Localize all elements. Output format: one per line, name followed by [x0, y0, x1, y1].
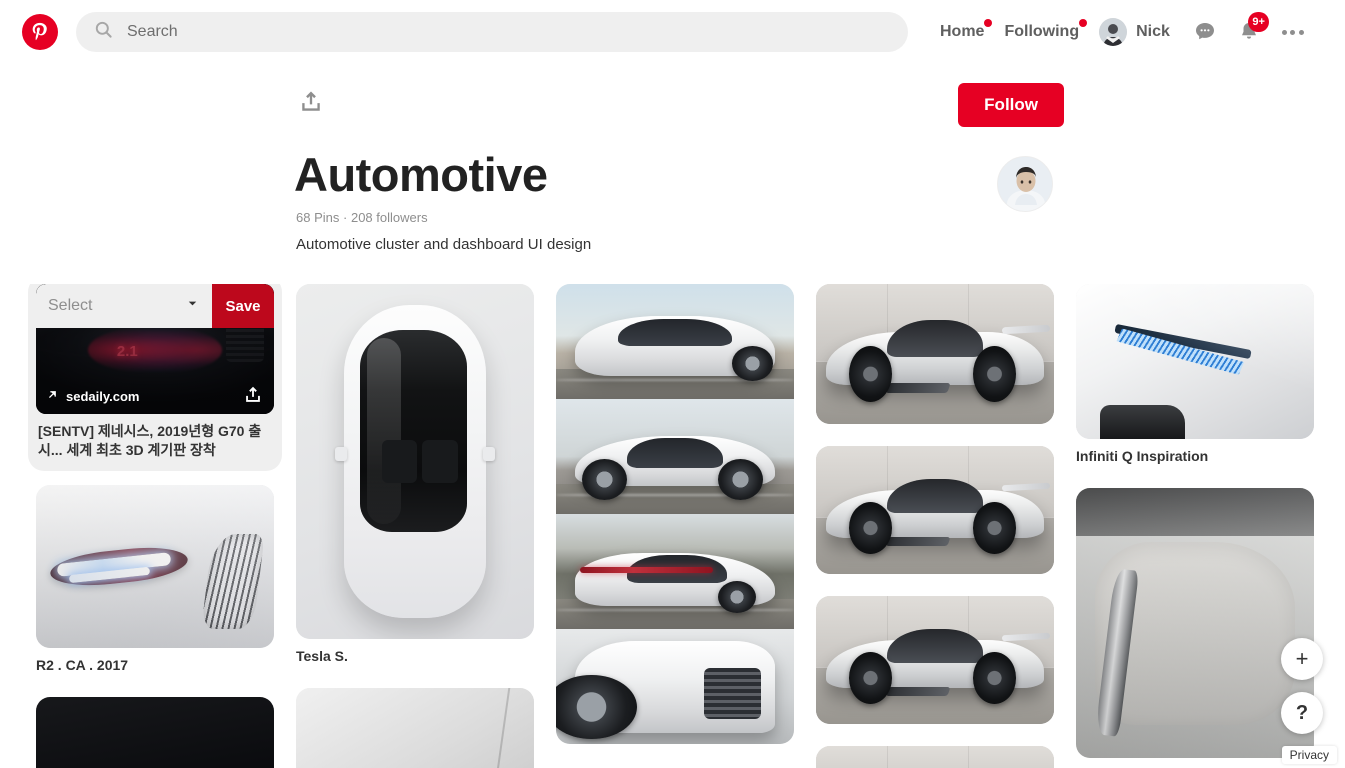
privacy-label[interactable]: Privacy	[1281, 746, 1337, 764]
pin-image[interactable]	[36, 696, 274, 768]
external-link-arrow-icon	[46, 388, 59, 404]
board-meta: 68 Pins · 208 followers	[296, 210, 428, 225]
pin-dark-partial[interactable]	[36, 696, 274, 768]
pin-r2-ca-2017[interactable]: R2 . CA . 2017	[36, 484, 274, 675]
help-button[interactable]: ?	[1281, 692, 1323, 734]
nav-following[interactable]: Following	[994, 17, 1089, 47]
board-owner-avatar[interactable]	[997, 156, 1053, 212]
pin-attribution-label: sedaily.com	[66, 388, 140, 404]
more-dot	[1298, 29, 1304, 35]
pin-caption: R2 . CA . 2017	[36, 656, 129, 673]
pin-interior-detail[interactable]	[1076, 487, 1314, 758]
bell-icon[interactable]: 9+	[1230, 12, 1269, 51]
pin-caption: Infiniti Q Inspiration	[1076, 448, 1209, 464]
nav-user-name: Nick	[1136, 23, 1170, 40]
pinterest-logo-icon[interactable]	[22, 14, 58, 50]
pin-image[interactable]	[1076, 284, 1314, 439]
more-dot	[1290, 29, 1296, 35]
pin-image[interactable]	[36, 484, 274, 648]
nav-home-notification-dot	[984, 19, 993, 27]
pin-infiniti-concept-2[interactable]	[816, 446, 1054, 574]
light-car-detail-image	[296, 687, 534, 768]
infiniti-q-hood-image	[1076, 284, 1314, 439]
more-dot	[1281, 29, 1287, 35]
message-bubble-icon[interactable]	[1186, 13, 1224, 51]
header-nav: Home Following Nick 9+	[930, 12, 1312, 51]
column-4	[816, 284, 1054, 768]
board-followers-count: 208 followers	[350, 210, 428, 225]
pin-image[interactable]: 2.1 Select Save	[36, 284, 274, 414]
board-meta-separator: ·	[343, 210, 348, 225]
car-headlight-image	[36, 484, 274, 648]
share-upload-icon[interactable]	[297, 88, 327, 118]
board-header: Follow Automotive 68 Pins · 208 follower…	[0, 64, 1345, 284]
pin-grid: 2.1 Select Save	[0, 284, 1345, 768]
pin-genesis-cluster[interactable]: 2.1 Select Save	[28, 284, 282, 471]
pin-attribution[interactable]: sedaily.com	[46, 388, 139, 404]
nav-user-menu[interactable]: Nick	[1089, 14, 1180, 50]
dark-car-image	[36, 696, 274, 768]
pin-image[interactable]	[296, 687, 534, 768]
column-2: Tesla S.	[296, 284, 534, 768]
board-select-dropdown[interactable]: Select	[36, 284, 212, 328]
nav-home-label: Home	[940, 23, 985, 40]
pin-image[interactable]	[816, 284, 1054, 424]
pin-image[interactable]	[816, 596, 1054, 724]
column-5: Infiniti Q Inspiration	[1076, 284, 1314, 768]
pin-infiniti-concept-3[interactable]	[816, 596, 1054, 724]
column-1: 2.1 Select Save	[28, 284, 282, 768]
top-header: Home Following Nick	[0, 0, 1345, 64]
notification-badge: 9+	[1248, 12, 1269, 32]
pin-infiniti-concept-4[interactable]	[816, 746, 1054, 768]
page-title: Automotive	[294, 148, 548, 201]
pin-caption: [SENTV] 제네시스, 2019년형 G70 출시... 세계 최초 3D …	[38, 423, 262, 459]
save-bar: Select Save	[36, 284, 274, 328]
board-description: Automotive cluster and dashboard UI desi…	[296, 236, 592, 253]
add-pin-button[interactable]: +	[1281, 638, 1323, 680]
share-upload-icon[interactable]	[242, 384, 264, 406]
avatar	[1099, 18, 1128, 46]
search-bar[interactable]	[76, 12, 908, 52]
chevron-down-icon	[185, 296, 200, 316]
column-3	[556, 284, 794, 766]
save-button[interactable]: Save	[212, 284, 274, 328]
pin-image[interactable]	[816, 446, 1054, 574]
pin-image[interactable]	[556, 284, 794, 744]
board-pins-count: 68 Pins	[296, 210, 340, 225]
infiniti-concept-image	[816, 596, 1054, 724]
nav-following-label: Following	[1004, 23, 1080, 40]
infiniti-concept-image	[816, 284, 1054, 424]
nav-following-notification-dot	[1079, 19, 1088, 27]
follow-button[interactable]: Follow	[958, 83, 1064, 127]
pin-infiniti-q-inspiration[interactable]: Infiniti Q Inspiration	[1076, 284, 1314, 466]
pin-image[interactable]	[296, 284, 534, 639]
infiniti-concept-image	[816, 746, 1054, 768]
search-input[interactable]	[127, 23, 890, 41]
more-horizontal-icon[interactable]	[1274, 13, 1312, 51]
infiniti-concept-image	[816, 446, 1054, 574]
tesla-topdown-image	[296, 284, 534, 639]
pin-infiniti-concept-1[interactable]	[816, 284, 1054, 424]
pin-porsche-mission-e[interactable]	[556, 284, 794, 744]
nav-home[interactable]: Home	[930, 17, 994, 47]
car-interior-detail-image	[1076, 487, 1314, 758]
board-select-label: Select	[48, 297, 93, 314]
pin-tesla-s[interactable]: Tesla S.	[296, 284, 534, 666]
search-icon	[94, 20, 113, 44]
pin-gray-partial[interactable]	[296, 687, 534, 768]
pin-caption: Tesla S.	[296, 648, 348, 664]
pin-image[interactable]	[1076, 487, 1314, 758]
pin-image[interactable]	[816, 746, 1054, 768]
porsche-mission-e-image	[556, 284, 794, 744]
